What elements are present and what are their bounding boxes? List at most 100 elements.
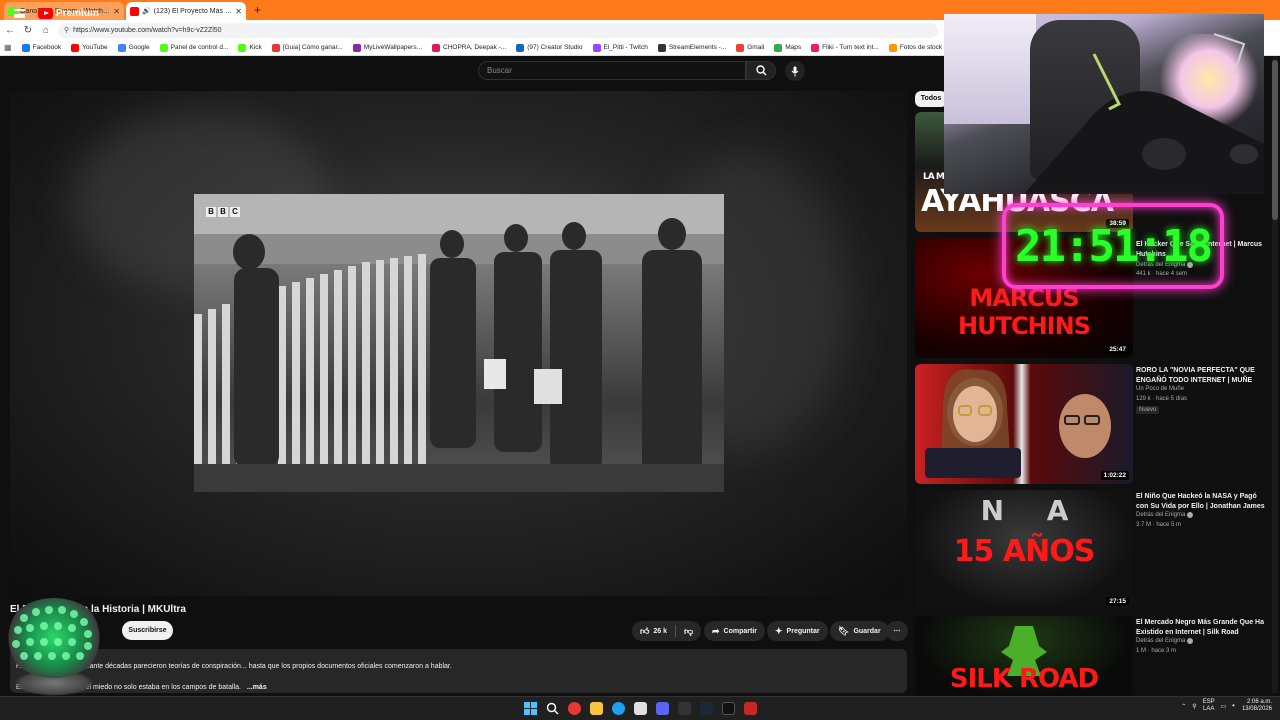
taskbar-search[interactable] bbox=[546, 702, 559, 715]
file-explorer-icon[interactable] bbox=[590, 702, 603, 715]
steam-icon[interactable] bbox=[700, 702, 713, 715]
youtube-play-logo-icon bbox=[38, 8, 53, 19]
save-label: Guardar bbox=[853, 627, 881, 635]
language-indicator[interactable]: ESP LAA bbox=[1203, 699, 1215, 713]
page-scrollbar-thumb[interactable] bbox=[1272, 60, 1278, 220]
close-tab-icon[interactable]: ✕ bbox=[113, 7, 120, 16]
recommended-video-card[interactable]: SILK ROAD El Mercado Negro Más Grande Qu… bbox=[915, 616, 1275, 696]
youtube-premium-logo[interactable]: Premium CO bbox=[38, 7, 109, 19]
volume-icon[interactable]: 🔈︎ bbox=[1232, 703, 1236, 710]
start-button[interactable] bbox=[524, 702, 537, 715]
search-button[interactable] bbox=[746, 61, 776, 80]
bookmark-label: Maps bbox=[785, 44, 802, 51]
bookmark-item[interactable]: YouTube bbox=[71, 43, 108, 52]
edge-icon[interactable] bbox=[612, 702, 625, 715]
bookmark-item[interactable]: (97) Creator Studio bbox=[516, 43, 583, 52]
location-icon[interactable]: ⚲ bbox=[1192, 703, 1196, 710]
home-icon[interactable]: ⌂ bbox=[40, 25, 52, 36]
bookmark-label: Gmail bbox=[747, 44, 765, 51]
bookmark-item[interactable]: Facebook bbox=[21, 43, 62, 52]
search-icon bbox=[546, 702, 559, 715]
close-tab-icon[interactable]: ✕ bbox=[235, 7, 242, 16]
discord-icon[interactable] bbox=[656, 702, 669, 715]
channel-name[interactable]: Detrás del Enigma bbox=[1136, 638, 1194, 644]
bookmark-item[interactable]: Maps bbox=[774, 43, 802, 52]
bbc-watermark: B B C bbox=[206, 207, 240, 217]
bookmark-favicon-icon bbox=[888, 43, 897, 52]
sparkle-icon: ✦ bbox=[775, 625, 783, 636]
bookmark-favicon-icon bbox=[117, 43, 126, 52]
white-bag bbox=[484, 359, 506, 389]
subscribe-button[interactable]: Suscribirse bbox=[122, 621, 173, 640]
voice-search-button[interactable] bbox=[785, 61, 805, 81]
app-icon-dark[interactable] bbox=[678, 702, 691, 715]
channel-name[interactable]: Un Poco de Muñe bbox=[1136, 386, 1184, 392]
apps-icon[interactable]: ▦ bbox=[4, 43, 12, 52]
thumbs-down-icon[interactable]: 👎︎ bbox=[684, 626, 693, 637]
bookmark-item[interactable]: Fliki - Turn text int... bbox=[811, 43, 879, 52]
hamburger-menu-icon[interactable] bbox=[14, 9, 25, 18]
channel-name[interactable]: Detrás del Enigma bbox=[1136, 512, 1194, 518]
screen: Gano2000 Stream - Watch Live o... ✕ 🔊 (1… bbox=[0, 0, 1280, 720]
new-tab-button[interactable]: + bbox=[248, 2, 267, 20]
bookmark-favicon-icon bbox=[432, 43, 440, 52]
white-bag bbox=[534, 369, 562, 404]
more-actions-button[interactable]: ⋯ bbox=[886, 621, 908, 641]
video-title[interactable]: El Mercado Negro Más Grande Que Ha Exist… bbox=[1136, 618, 1271, 638]
video-meta: 1 M · hace 3 m bbox=[1136, 648, 1177, 654]
video-meta: 129 k · hace 5 días bbox=[1136, 396, 1188, 402]
app-icon-red-square[interactable] bbox=[744, 702, 757, 715]
bookmark-item[interactable]: StreamElements -... bbox=[657, 43, 726, 52]
filter-chip-all[interactable]: Todos bbox=[915, 91, 947, 107]
bookmark-item[interactable]: Gmail bbox=[736, 43, 765, 52]
obs-icon[interactable] bbox=[722, 702, 735, 715]
stream-clock-overlay: 21:51:18 bbox=[1002, 203, 1224, 289]
app-icon-red[interactable] bbox=[568, 702, 581, 715]
bookmark-favicon-icon bbox=[592, 43, 601, 52]
url-field[interactable]: ⚲ https://www.youtube.com/watch?v=h9c-vZ… bbox=[58, 22, 938, 38]
network-icon[interactable]: ▭ bbox=[1221, 703, 1227, 710]
bookmark-label: (97) Creator Studio bbox=[527, 44, 583, 51]
search-input[interactable]: Buscar bbox=[478, 61, 746, 80]
archive-scene bbox=[194, 194, 724, 492]
video-thumbnail[interactable]: N A 15 AÑOS 27:15 bbox=[915, 490, 1133, 610]
clock-date[interactable]: 2:06 a.m. 13/08/2026 bbox=[1242, 699, 1272, 713]
show-more-link[interactable]: ...más bbox=[247, 684, 267, 691]
bookmark-item[interactable]: El_Pitti - Twitch bbox=[592, 43, 648, 52]
ask-button[interactable]: ✦ Preguntar bbox=[767, 621, 828, 641]
bookmark-item[interactable]: CHOPRA, Deepak -... bbox=[432, 43, 506, 52]
save-button[interactable]: 🔖︎ Guardar bbox=[830, 621, 889, 641]
windows-logo-icon bbox=[524, 702, 537, 715]
bookmark-label: Google bbox=[128, 44, 150, 51]
bookmark-item[interactable]: Google bbox=[117, 43, 150, 52]
recommended-video-card[interactable]: N A 15 AÑOS 27:15 El Niño Que Hackeó la … bbox=[915, 490, 1275, 610]
bookmark-label: [Guia] Cómo ganar... bbox=[282, 44, 343, 51]
like-button[interactable]: 👍︎ 26 k 👎︎ bbox=[632, 621, 702, 641]
tab-youtube-video[interactable]: 🔊 (123) El Proyecto Más Oscuro... ✕ bbox=[126, 2, 246, 20]
video-title[interactable]: El Niño Que Hackeó la NASA y Pagó con Su… bbox=[1136, 492, 1271, 512]
bookmark-item[interactable]: Kick bbox=[238, 43, 262, 52]
bookmark-item[interactable]: [Guia] Cómo ganar... bbox=[271, 43, 343, 52]
video-thumbnail[interactable]: SILK ROAD bbox=[915, 616, 1133, 696]
back-icon[interactable]: ← bbox=[4, 25, 16, 36]
video-duration: 25:47 bbox=[1106, 345, 1129, 354]
bookmark-item[interactable]: Panel de control d... bbox=[159, 43, 228, 52]
store-icon[interactable] bbox=[634, 702, 647, 715]
system-tray: ⌃ ⚲ ESP LAA ▭ 🔈︎ 2:06 a.m. 13/08/2026 bbox=[1181, 699, 1272, 713]
site-info-icon[interactable]: ⚲ bbox=[64, 26, 69, 34]
tab-title: (123) El Proyecto Más Oscuro... bbox=[153, 7, 233, 15]
logo-text: Premium bbox=[56, 8, 99, 19]
recommended-video-card[interactable]: 1:02:22 RORO LA "NOVIA PERFECTA" QUE ENG… bbox=[915, 364, 1275, 484]
video-meta: 3.7 M · hace 5 m bbox=[1136, 522, 1182, 528]
reload-icon[interactable]: ↻ bbox=[22, 25, 34, 36]
show-hidden-icons-icon[interactable]: ⌃ bbox=[1181, 703, 1186, 710]
speaker-icon[interactable]: 🔊 bbox=[142, 7, 151, 15]
share-button[interactable]: ➦ Compartir bbox=[704, 621, 765, 641]
bookmark-label: Facebook bbox=[32, 44, 62, 51]
new-badge: Nuevo bbox=[1136, 406, 1160, 414]
webcam-overlay bbox=[944, 14, 1264, 194]
thumbnail-text: SILK ROAD bbox=[949, 664, 1099, 694]
video-thumbnail[interactable]: 1:02:22 bbox=[915, 364, 1133, 484]
bookmark-item[interactable]: MyLiveWallpapers... bbox=[352, 43, 422, 52]
video-title[interactable]: RORO LA "NOVIA PERFECTA" QUE ENGAÑÓ TODO… bbox=[1136, 366, 1271, 386]
